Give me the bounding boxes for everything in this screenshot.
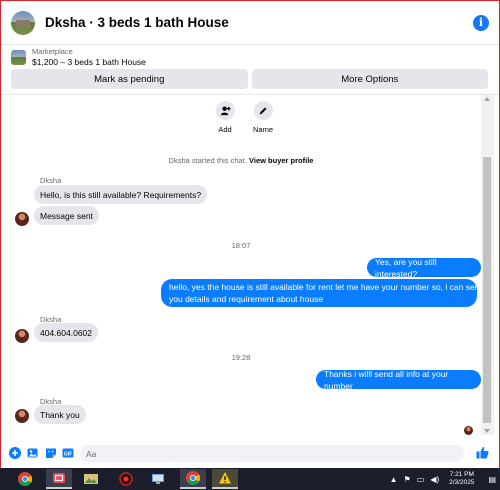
flag-icon[interactable]: ⚑ xyxy=(404,475,411,484)
dksha-avatar[interactable] xyxy=(15,409,29,423)
incoming-message[interactable]: 404.604.0602 xyxy=(34,323,98,342)
scroll-up-arrow-icon[interactable] xyxy=(484,97,490,101)
clock[interactable]: 7:21 PM 2/3/2025 xyxy=(449,471,474,487)
marketplace-listing[interactable]: Marketplace $1,200 – 3 beds 1 bath House xyxy=(1,45,499,69)
outgoing-message[interactable]: Thanks i willl send all info at your num… xyxy=(316,369,481,391)
chat-window: Dksha · 3 beds 1 bath House i Marketplac… xyxy=(0,0,500,468)
incoming-message[interactable]: Message sent xyxy=(34,206,99,225)
record-icon[interactable] xyxy=(113,469,139,489)
outgoing-message-line: hello, yes the house is still available … xyxy=(169,282,481,292)
name-quick-action[interactable]: Name xyxy=(243,101,283,134)
clock-time: 7:21 PM xyxy=(449,471,474,478)
chat-header: Dksha · 3 beds 1 bath House i xyxy=(1,1,499,45)
thread-scrollbar[interactable] xyxy=(481,95,494,435)
photos-icon[interactable] xyxy=(78,469,104,489)
volume-icon[interactable]: ◀) xyxy=(430,475,439,484)
chat-started-notice: Dksha started this chat. View buyer prof… xyxy=(1,156,481,165)
network-icon[interactable]: ▭ xyxy=(417,475,425,484)
message-thread[interactable]: Add Name Dksha started this chat. View b… xyxy=(1,95,481,435)
warning-icon[interactable] xyxy=(212,469,238,489)
notifications-icon[interactable]: ▤ xyxy=(488,475,496,484)
view-buyer-profile-link[interactable]: View buyer profile xyxy=(249,156,313,165)
listing-avatar[interactable] xyxy=(11,10,35,35)
more-options-button[interactable]: More Options xyxy=(251,69,488,89)
timestamp: 18:07 xyxy=(231,241,251,250)
sticker-icon[interactable] xyxy=(45,447,57,459)
pencil-icon[interactable] xyxy=(253,101,273,120)
chat-started-text: Dksha started this chat. xyxy=(168,156,247,165)
sender-name: Dksha xyxy=(40,176,62,185)
plus-icon[interactable] xyxy=(9,447,21,459)
add-label: Add xyxy=(218,125,232,134)
listing-thumbnail xyxy=(11,49,26,65)
windows-taskbar: ▲ ⚑ ▭ ◀) 7:21 PM 2/3/2025 ▤ xyxy=(0,468,500,490)
message-input[interactable] xyxy=(80,445,464,462)
dksha-avatar[interactable] xyxy=(15,329,29,343)
network-app-icon[interactable] xyxy=(145,469,171,489)
add-person-icon[interactable] xyxy=(215,101,235,120)
incoming-message[interactable]: Hello, is this still available? Requirem… xyxy=(34,185,208,204)
incoming-message[interactable]: Thank you xyxy=(34,405,86,424)
outgoing-message[interactable]: Yes, are you still interested? xyxy=(367,257,481,279)
outgoing-message-line: you details and requirement about house xyxy=(169,294,324,304)
snip-icon[interactable] xyxy=(46,469,72,489)
chrome-icon[interactable] xyxy=(180,469,206,489)
scroll-thumb[interactable] xyxy=(483,157,491,423)
message-composer: GIF xyxy=(1,437,499,468)
clock-date: 2/3/2025 xyxy=(449,479,475,486)
photo-icon[interactable] xyxy=(27,447,39,459)
add-quick-action[interactable]: Add xyxy=(205,101,245,134)
system-tray: ▲ ⚑ ▭ ◀) 7:21 PM 2/3/2025 ▤ xyxy=(390,468,496,490)
dksha-avatar[interactable] xyxy=(15,212,29,226)
gif-icon[interactable]: GIF xyxy=(62,447,74,459)
info-icon[interactable]: i xyxy=(473,15,489,31)
show-hidden-icons-chevron-up-icon[interactable]: ▲ xyxy=(390,475,398,484)
svg-text:GIF: GIF xyxy=(64,451,72,457)
outgoing-message[interactable]: hello, yes the house is still available … xyxy=(161,279,481,307)
thumbs-up-icon[interactable] xyxy=(475,445,489,459)
chrome-icon[interactable] xyxy=(12,469,38,489)
listing-actions: Mark as pending More Options xyxy=(11,69,488,89)
mark-pending-button[interactable]: Mark as pending xyxy=(11,69,248,89)
marketplace-label: Marketplace xyxy=(32,47,73,56)
name-label: Name xyxy=(252,125,273,134)
timestamp: 19:28 xyxy=(231,353,251,362)
scroll-down-arrow-icon[interactable] xyxy=(484,429,490,433)
seen-receipt-avatar xyxy=(464,426,473,435)
listing-summary: $1,200 – 3 beds 1 bath House xyxy=(32,57,146,67)
chat-title[interactable]: Dksha · 3 beds 1 bath House xyxy=(45,15,229,30)
